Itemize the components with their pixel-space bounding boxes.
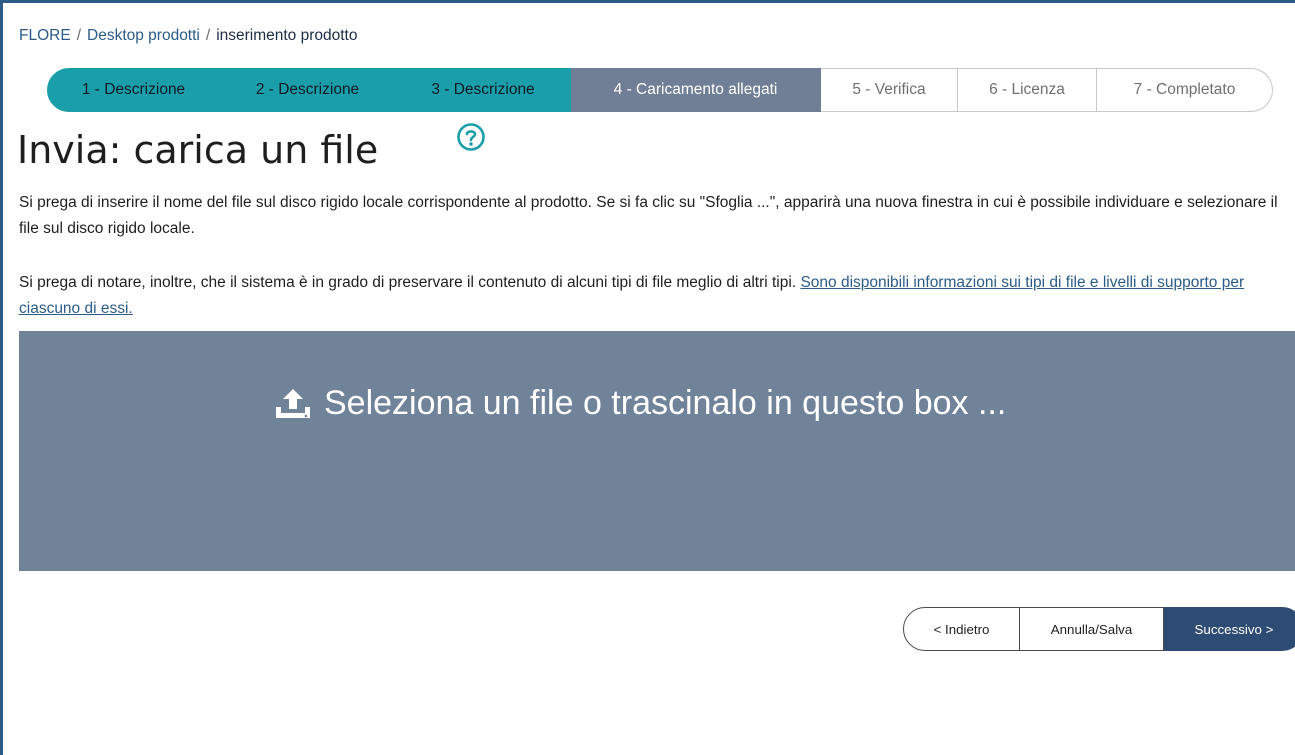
note-text: Si prega di notare, inoltre, che il sist… (19, 274, 797, 291)
breadcrumb-current: inserimento prodotto (216, 27, 358, 44)
question-circle-icon[interactable] (456, 122, 486, 152)
step-4-caricamento-allegati: 4 - Caricamento allegati (571, 68, 821, 112)
step-7-completato: 7 - Completato (1097, 68, 1273, 112)
next-button[interactable]: Successivo > (1164, 607, 1295, 651)
back-button[interactable]: < Indietro (903, 607, 1020, 651)
upload-icon (276, 389, 310, 418)
step-3-descrizione[interactable]: 3 - Descrizione (396, 68, 571, 112)
breadcrumb-link-desktop-prodotti[interactable]: Desktop prodotti (87, 27, 200, 44)
breadcrumb: FLORE / Desktop prodotti / inserimento prodo… (19, 27, 358, 45)
breadcrumb-link-flore[interactable]: FLORE (19, 27, 71, 44)
cancel-save-button[interactable]: Annulla/Salva (1020, 607, 1164, 651)
step-1-descrizione[interactable]: 1 - Descrizione (47, 68, 220, 112)
breadcrumb-separator: / (205, 27, 211, 44)
dropzone-label: Seleziona un file o trascinalo in questo… (324, 383, 1007, 422)
form-actions: < Indietro Annulla/Salva Successivo > (903, 607, 1295, 651)
step-2-descrizione[interactable]: 2 - Descrizione (220, 68, 396, 112)
step-5-verifica: 5 - Verifica (821, 68, 958, 112)
progress-stepper: 1 - Descrizione 2 - Descrizione 3 - Desc… (47, 68, 1273, 112)
step-6-licenza: 6 - Licenza (958, 68, 1097, 112)
intro-text: Si prega di inserire il nome del file su… (19, 194, 1278, 237)
dropzone-label-group[interactable]: Seleziona un file o trascinalo in questo… (272, 383, 1006, 423)
file-dropzone[interactable]: Seleziona un file o trascinalo in questo… (19, 331, 1295, 571)
breadcrumb-separator: / (76, 27, 81, 44)
file-support-note: Si prega di notare, inoltre, che il sist… (19, 270, 1295, 322)
page-title: Invia: carica un file (17, 128, 379, 172)
